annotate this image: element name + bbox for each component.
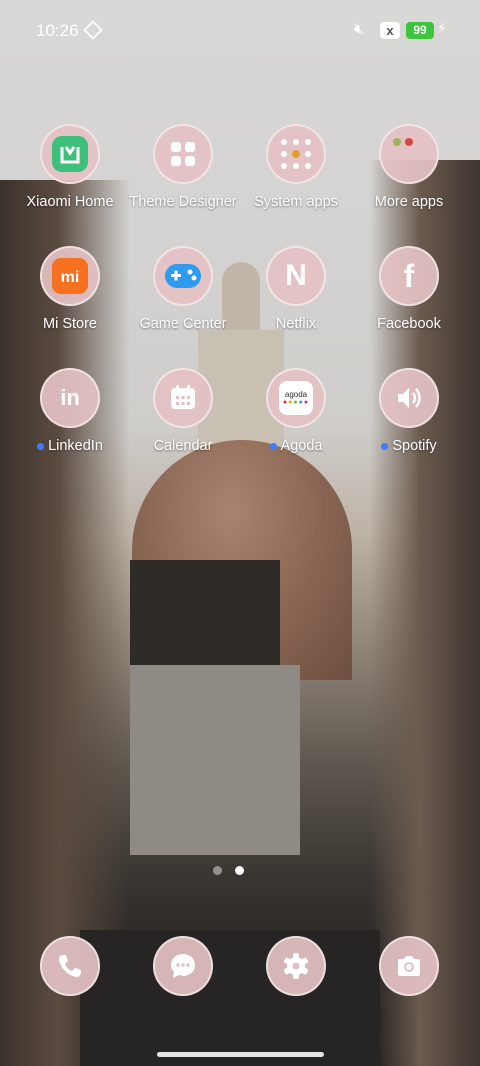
- wallpaper-dark-wall: [130, 560, 280, 670]
- battery-indicator: 99: [406, 22, 434, 39]
- app-label: LinkedIn: [48, 438, 103, 454]
- app-label: More apps: [374, 194, 444, 210]
- new-install-dot: [381, 442, 389, 450]
- dock-camera[interactable]: [353, 936, 465, 996]
- app-label-with-dot: Spotify: [343, 438, 475, 454]
- facebook-glyph: f: [403, 257, 415, 294]
- dock-phone[interactable]: [14, 936, 126, 996]
- app-xiaomi-home[interactable]: Xiaomi Home: [14, 124, 126, 224]
- folder-system-apps[interactable]: System apps: [240, 124, 352, 224]
- dock-settings[interactable]: [240, 936, 352, 996]
- folder-more-apps[interactable]: More apps: [353, 124, 465, 224]
- app-calendar[interactable]: Calendar: [127, 368, 239, 468]
- app-label: Facebook: [377, 316, 441, 332]
- app-linkedin[interactable]: in LinkedIn: [14, 368, 126, 468]
- app-label: Spotify: [392, 438, 437, 454]
- app-theme-designer[interactable]: Theme Designer: [127, 124, 239, 224]
- mi-icon: mi: [40, 246, 100, 306]
- netflix-icon: N: [266, 246, 326, 306]
- linkedin-glyph: in: [60, 385, 80, 410]
- grid-icon: [153, 124, 213, 184]
- folder-icon: [379, 124, 439, 184]
- agoda-icon: agoda ●●●●●: [266, 368, 326, 428]
- xiaomi-home-icon: [40, 124, 100, 184]
- page-indicator[interactable]: [213, 866, 247, 876]
- new-install-dot: [269, 442, 277, 450]
- netflix-glyph: N: [285, 259, 307, 292]
- gamepad-icon: [153, 246, 213, 306]
- wallpaper-facade: [130, 665, 300, 855]
- chat-icon: [153, 936, 213, 996]
- home-gesture-bar[interactable]: [157, 1052, 324, 1057]
- app-game-center[interactable]: Game Center: [127, 246, 239, 346]
- app-mi-store[interactable]: mi Mi Store: [14, 246, 126, 346]
- app-netflix[interactable]: N Netflix: [240, 246, 352, 346]
- diamond-icon: [83, 20, 103, 40]
- app-spotify[interactable]: Spotify: [353, 368, 465, 468]
- folder-icon: [266, 124, 326, 184]
- app-label: Agoda: [280, 438, 323, 454]
- page-dot-1[interactable]: [213, 866, 222, 875]
- gear-icon: [266, 936, 326, 996]
- mi-icon-glyph: mi: [61, 269, 80, 286]
- status-bar: 10:26 🔇︎ x 99 ⚡︎: [0, 0, 480, 60]
- app-facebook[interactable]: f Facebook: [353, 246, 465, 346]
- linkedin-icon: in: [40, 368, 100, 428]
- camera-icon: [379, 936, 439, 996]
- facebook-icon: f: [379, 246, 439, 306]
- page-dot-2[interactable]: [235, 866, 244, 875]
- vibrate-off-icon: 🔇︎: [354, 21, 365, 38]
- x-notification-icon: x: [380, 22, 400, 39]
- phone-icon: [40, 936, 100, 996]
- speaker-icon: [379, 368, 439, 428]
- dock-messages[interactable]: [127, 936, 239, 996]
- charging-icon: ⚡︎: [437, 20, 447, 36]
- app-agoda[interactable]: agoda ●●●●● Agoda: [240, 368, 352, 468]
- clock: 10:26: [36, 21, 79, 40]
- agoda-glyph: agoda: [284, 390, 308, 399]
- agoda-dots: ●●●●●: [282, 399, 310, 406]
- calendar-icon: [153, 368, 213, 428]
- new-install-dot: [37, 442, 45, 450]
